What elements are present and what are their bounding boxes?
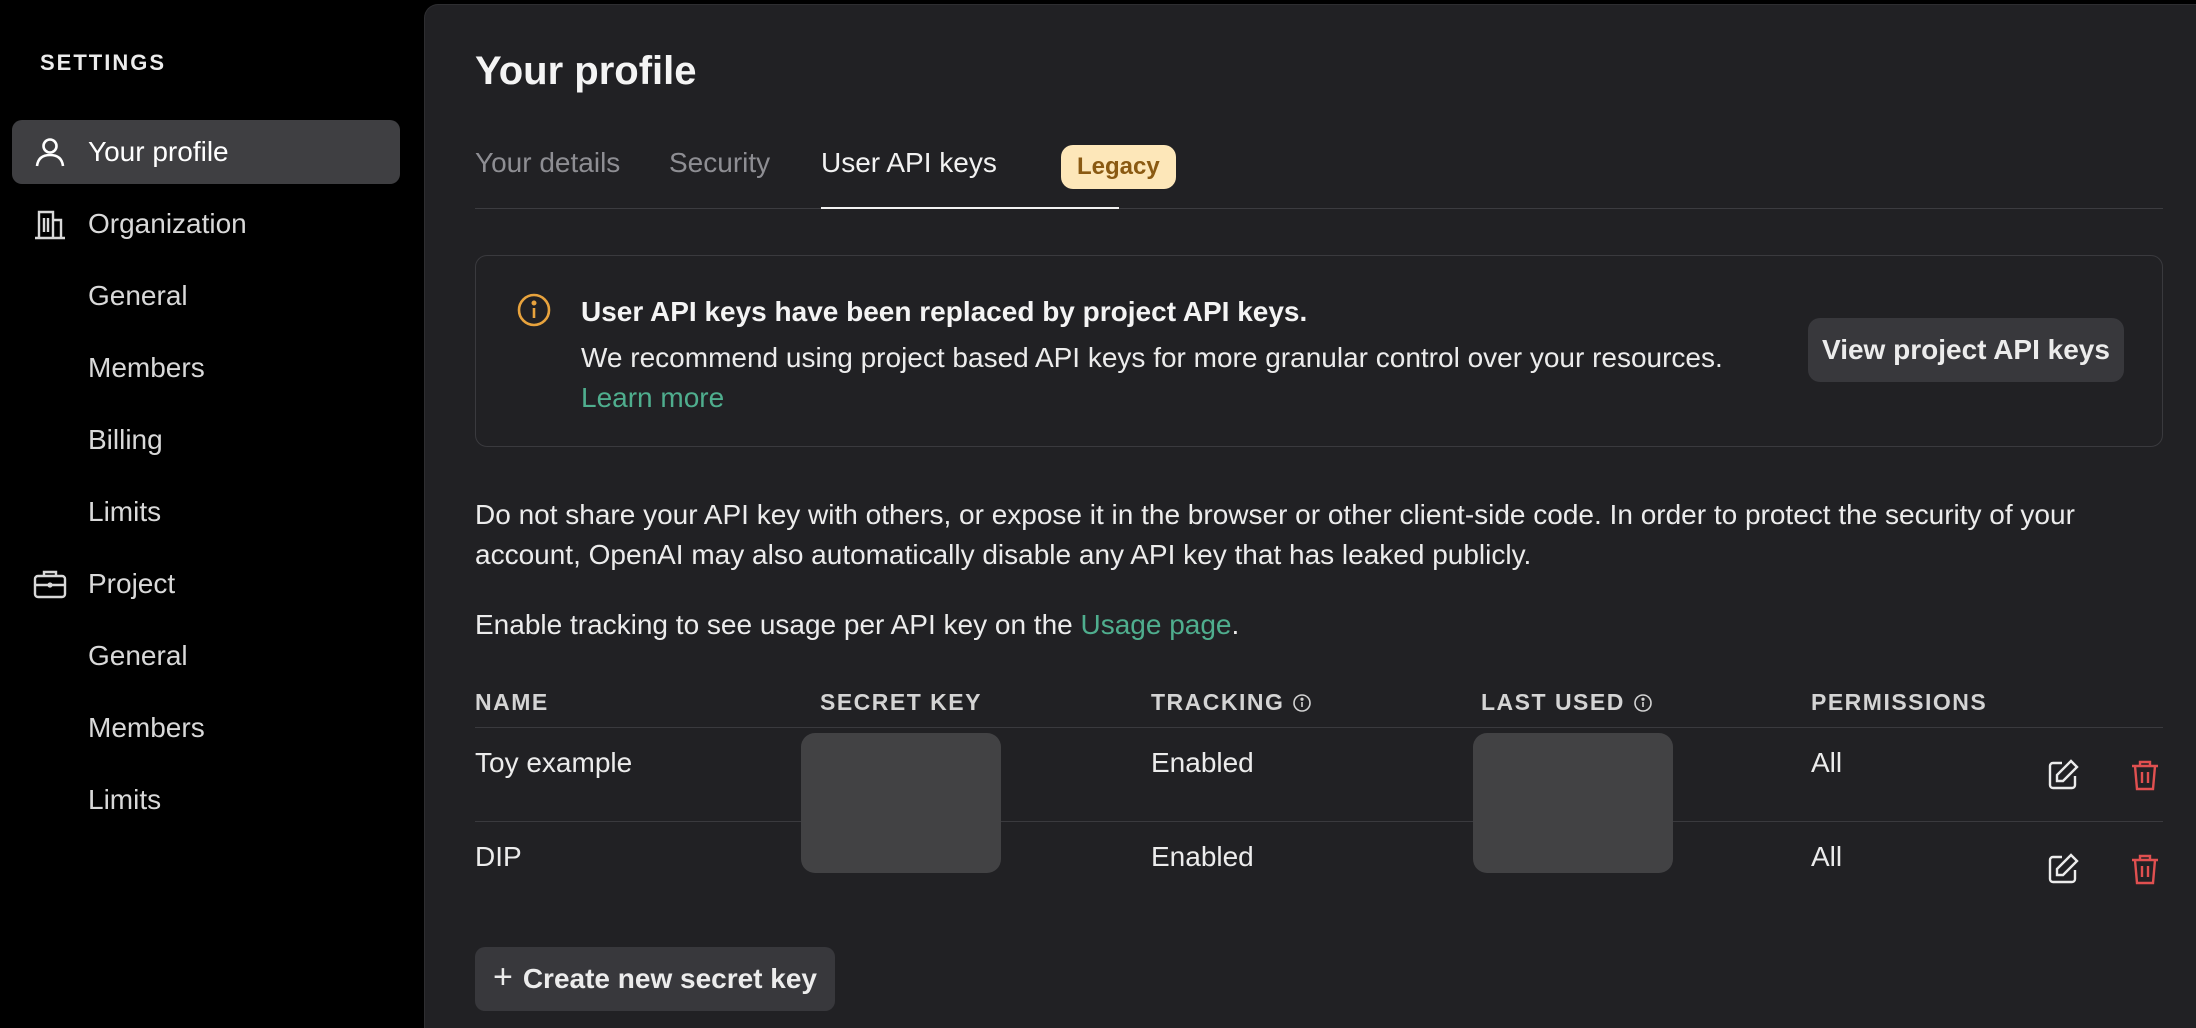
table-divider [475, 821, 2163, 822]
plus-icon: + [492, 957, 513, 996]
permissions-cell: All [1811, 747, 1843, 778]
sidebar-item-label: General [88, 640, 188, 671]
sidebar-item-label: Limits [88, 496, 162, 527]
column-header-name: NAME [475, 689, 549, 716]
main-panel: Your profile Your details Security User … [424, 4, 2196, 1028]
delete-icon[interactable] [2127, 851, 2163, 887]
sidebar-item-label: Organization [88, 208, 247, 239]
sidebar-item-org-general[interactable]: General [12, 264, 400, 328]
tracking-info-text: Enable tracking to see usage per API key… [475, 605, 2175, 645]
tracking-cell: Enabled [1151, 747, 1254, 778]
building-icon [35, 210, 65, 240]
info-icon[interactable] [1292, 693, 1312, 713]
sidebar-item-project-limits[interactable]: Limits [12, 768, 400, 832]
tracking-text-prefix: Enable tracking to see usage per API key… [475, 609, 1081, 640]
sidebar-item-label: Members [88, 712, 205, 743]
column-header-label: SECRET KEY [820, 689, 982, 715]
info-circle-icon [517, 293, 551, 327]
profile-tabs: Your details Security User API keys Lega… [475, 135, 2163, 209]
info-icon[interactable] [1633, 693, 1653, 713]
sidebar-item-project[interactable]: Project [12, 552, 400, 616]
notice-body: We recommend using project based API key… [581, 342, 1723, 373]
learn-more-link[interactable]: Learn more [581, 382, 724, 414]
legacy-badge: Legacy [1061, 145, 1176, 189]
table-divider [475, 727, 2163, 728]
redacted-last-used [1473, 733, 1673, 873]
column-header-label: NAME [475, 689, 549, 715]
column-header-label: PERMISSIONS [1811, 689, 1988, 715]
sidebar-item-label: Members [88, 352, 205, 383]
column-header-last-used: LAST USED [1481, 689, 1653, 716]
column-header-secret-key: SECRET KEY [820, 689, 982, 716]
key-name-cell: DIP [475, 841, 522, 872]
sidebar-item-organization[interactable]: Organization [12, 192, 400, 256]
tab-your-details[interactable]: Your details [475, 147, 620, 209]
tab-label: User API keys [821, 147, 997, 178]
column-header-tracking: TRACKING [1151, 689, 1312, 716]
sidebar-heading: SETTINGS [40, 50, 167, 75]
sidebar-item-org-limits[interactable]: Limits [12, 480, 400, 544]
permissions-cell: All [1811, 841, 1843, 872]
briefcase-icon [33, 570, 67, 599]
settings-sidebar: SETTINGS Your profile Organization Gener… [0, 0, 424, 1028]
page-title: Your profile [475, 49, 697, 93]
column-header-permissions: PERMISSIONS [1811, 689, 1987, 716]
sidebar-item-label: Project [88, 568, 176, 599]
create-secret-key-button[interactable]: + Create new secret key [475, 947, 835, 1011]
view-project-api-keys-button[interactable]: View project API keys [1808, 318, 2124, 382]
user-icon [35, 138, 65, 167]
security-warning-text: Do not share your API key with others, o… [475, 499, 2075, 570]
edit-icon[interactable] [2045, 757, 2081, 793]
sidebar-item-org-billing[interactable]: Billing [12, 408, 400, 472]
sidebar-item-your-profile[interactable]: Your profile [12, 120, 400, 184]
tab-security[interactable]: Security [669, 147, 770, 209]
edit-icon[interactable] [2045, 851, 2081, 887]
sidebar-item-label: Billing [88, 424, 163, 455]
sidebar-item-label: Your profile [88, 136, 229, 167]
usage-page-link[interactable]: Usage page [1081, 609, 1232, 640]
key-name-cell: Toy example [475, 747, 633, 778]
notice-title: User API keys have been replaced by proj… [581, 296, 1308, 327]
sidebar-item-project-members[interactable]: Members [12, 696, 400, 760]
sidebar-item-label: General [88, 280, 188, 311]
tracking-cell: Enabled [1151, 841, 1254, 872]
deprecation-notice: User API keys have been replaced by proj… [475, 255, 2163, 447]
sidebar-item-org-members[interactable]: Members [12, 336, 400, 400]
column-header-label: TRACKING [1151, 689, 1285, 715]
sidebar-item-label: Limits [88, 784, 162, 815]
delete-icon[interactable] [2127, 757, 2163, 793]
tracking-text-suffix: . [1231, 609, 1240, 640]
sidebar-item-project-general[interactable]: General [12, 624, 400, 688]
redacted-secret-key [801, 733, 1001, 873]
column-header-label: LAST USED [1481, 689, 1625, 715]
create-button-label: Create new secret key [522, 963, 818, 994]
